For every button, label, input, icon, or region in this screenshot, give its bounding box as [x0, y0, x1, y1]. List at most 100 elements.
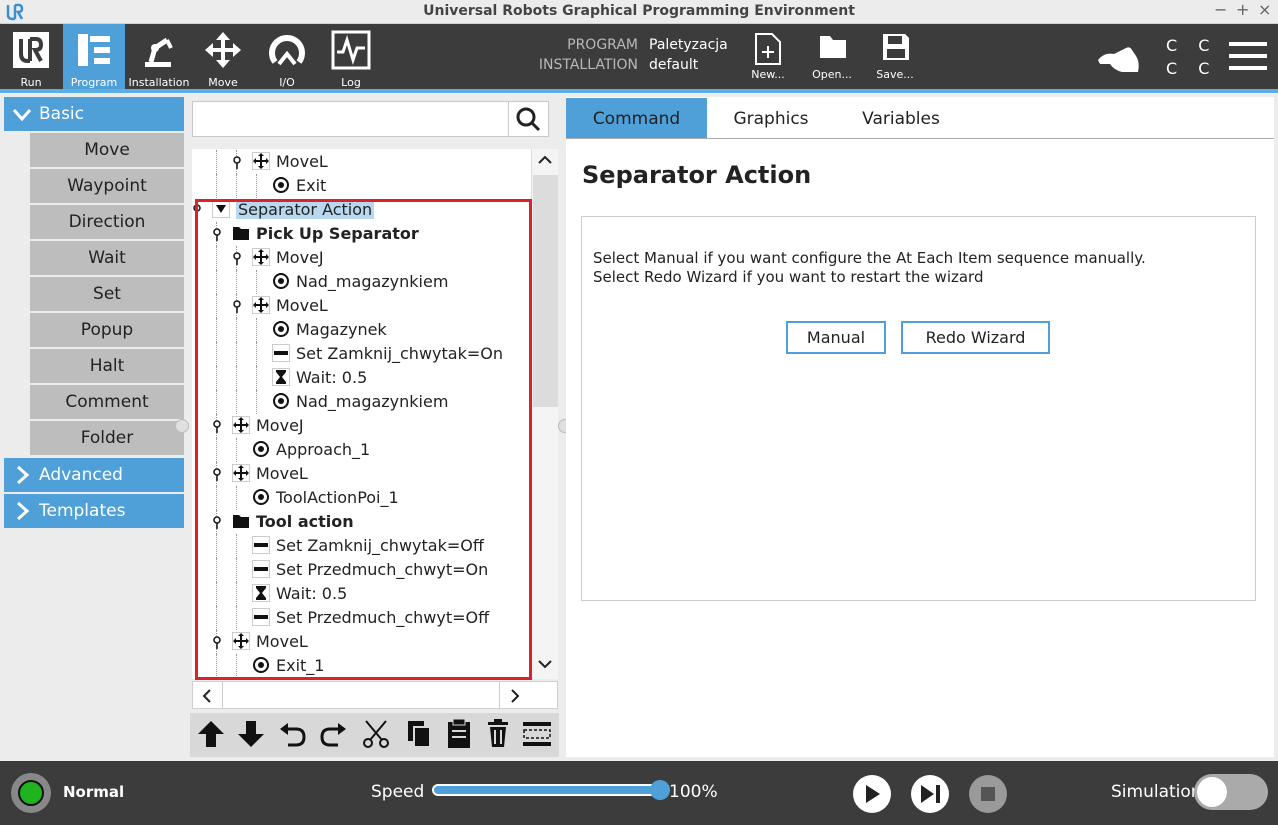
chevron-down-icon: [12, 109, 32, 122]
play-button[interactable]: [853, 775, 891, 813]
log-chart-icon: [331, 30, 371, 70]
step-button[interactable]: [911, 775, 949, 813]
scrollbar-thumb[interactable]: [533, 175, 558, 407]
speed-slider-knob[interactable]: [650, 780, 670, 800]
new-label: New...: [751, 68, 785, 81]
tree-guide-line: [236, 174, 237, 198]
nav-log-button[interactable]: Log: [320, 24, 382, 89]
new-button[interactable]: New...: [738, 24, 798, 89]
installation-name: default: [649, 57, 699, 73]
manual-button[interactable]: Manual: [786, 321, 886, 354]
title-bar: Universal Robots Graphical Programming E…: [0, 0, 1278, 24]
tab-variables[interactable]: Variables: [846, 98, 956, 138]
io-icon: [269, 35, 305, 66]
scroll-up-icon[interactable]: [538, 155, 552, 165]
tree-guide-line: [256, 174, 257, 198]
breakpoint-pin-icon[interactable]: [232, 155, 242, 169]
search-icon: [516, 107, 541, 132]
category-advanced[interactable]: Advanced: [4, 458, 184, 492]
move-down-icon[interactable]: [236, 719, 266, 749]
scroll-left-button[interactable]: [193, 682, 223, 708]
tree-guide-line: [216, 174, 217, 198]
category-templates[interactable]: Templates: [4, 494, 184, 528]
main-header: Run Program Installation Move I/O Log PR…: [0, 24, 1278, 89]
nav-program-button[interactable]: Program: [63, 24, 125, 89]
tool-move[interactable]: Move: [30, 133, 184, 167]
tool-waypoint[interactable]: Waypoint: [30, 169, 184, 203]
speed-slider[interactable]: [432, 784, 664, 796]
tree-vertical-scrollbar[interactable]: [531, 149, 558, 679]
chevron-right-icon: [17, 501, 30, 521]
save-button[interactable]: Save...: [865, 24, 925, 89]
redo-icon[interactable]: [318, 721, 348, 749]
paste-icon[interactable]: [446, 718, 472, 750]
open-label: Open...: [812, 68, 852, 81]
nav-move-button[interactable]: Move: [192, 24, 254, 89]
chevron-right-icon: [17, 465, 30, 485]
speed-label: Speed: [371, 782, 425, 802]
maximize-icon[interactable]: +: [1236, 0, 1249, 19]
move-icon: [252, 152, 270, 170]
scroll-right-icon: [511, 689, 520, 703]
simulation-label: Simulation: [1111, 782, 1202, 802]
robot-arm-icon: [145, 37, 173, 67]
cut-icon[interactable]: [362, 719, 390, 749]
command-title: Separator Action: [582, 161, 812, 189]
tree-node[interactable]: MoveL: [252, 152, 328, 176]
tool-set[interactable]: Set: [30, 277, 184, 311]
freedrive-hand-icon[interactable]: [1096, 42, 1142, 80]
tree-node[interactable]: Exit: [272, 176, 326, 200]
undo-icon[interactable]: [278, 721, 308, 749]
tree-horizontal-scrollbar[interactable]: [192, 681, 558, 709]
left-splitter-handle[interactable]: [175, 419, 189, 433]
installation-label: INSTALLATION: [538, 57, 638, 73]
copy-icon[interactable]: [406, 719, 432, 749]
hamburger-menu-icon[interactable]: [1229, 40, 1267, 76]
category-basic[interactable]: Basic: [4, 97, 184, 131]
folder-open-icon: [820, 36, 846, 58]
tool-popup[interactable]: Popup: [30, 313, 184, 347]
status-led-icon: [18, 780, 44, 806]
nav-run-button[interactable]: Run: [0, 24, 62, 89]
move-up-icon[interactable]: [196, 719, 226, 749]
play-icon: [866, 785, 880, 803]
simulation-toggle[interactable]: [1194, 774, 1268, 810]
nav-log-label: Log: [341, 76, 361, 89]
move-arrows-icon: [205, 32, 241, 68]
category-advanced-label: Advanced: [39, 465, 123, 485]
category-templates-label: Templates: [39, 501, 126, 521]
nav-run-label: Run: [20, 76, 42, 89]
program-name: Paletyzacja: [649, 37, 728, 53]
close-icon[interactable]: ×: [1258, 0, 1271, 19]
tab-command[interactable]: Command: [566, 98, 707, 138]
tool-halt[interactable]: Halt: [30, 349, 184, 383]
open-button[interactable]: Open...: [802, 24, 862, 89]
cc-indicator-bottom: C C: [1166, 59, 1218, 78]
delete-trash-icon[interactable]: [486, 719, 510, 749]
nav-installation-button[interactable]: Installation: [128, 24, 190, 89]
nav-io-label: I/O: [279, 76, 295, 89]
speed-slider-fill: [434, 786, 662, 794]
suppress-icon[interactable]: [522, 721, 552, 747]
cc-indicator-top: C C: [1166, 36, 1218, 55]
nav-move-label: Move: [208, 76, 238, 89]
tool-direction[interactable]: Direction: [30, 205, 184, 239]
tab-graphics[interactable]: Graphics: [716, 98, 826, 138]
scroll-right-button[interactable]: [499, 682, 529, 708]
nav-io-button[interactable]: I/O: [256, 24, 318, 89]
robot-status-text: Normal: [63, 783, 125, 801]
step-icon: [921, 785, 940, 803]
toggle-knob: [1197, 777, 1227, 807]
stop-button[interactable]: [969, 775, 1007, 813]
search-button[interactable]: [508, 102, 548, 136]
scroll-left-icon: [202, 689, 211, 703]
tool-comment[interactable]: Comment: [30, 385, 184, 419]
tool-wait[interactable]: Wait: [30, 241, 184, 275]
robot-status-indicator[interactable]: [11, 773, 51, 813]
redo-wizard-button[interactable]: Redo Wizard: [901, 321, 1050, 354]
tree-search-input[interactable]: [192, 101, 549, 137]
minimize-icon[interactable]: −: [1214, 0, 1227, 19]
scroll-down-icon[interactable]: [538, 659, 552, 669]
tool-folder[interactable]: Folder: [30, 421, 184, 455]
category-basic-label: Basic: [39, 104, 85, 124]
